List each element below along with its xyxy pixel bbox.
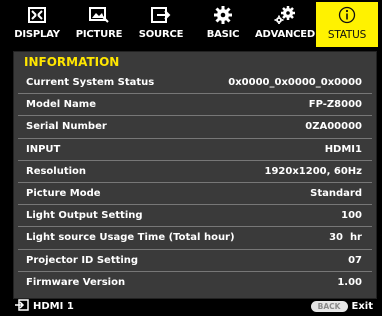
tab-picture[interactable]: PICTURE	[68, 2, 130, 47]
projector-osd-menu: DISPLAY PICTURE SOURCE BASIC ADVANCED ST…	[0, 0, 382, 316]
row-label: Firmware Version	[26, 277, 126, 289]
tab-status[interactable]: STATUS	[316, 2, 378, 47]
info-row-light-output-setting: Light Output Setting 100	[18, 205, 372, 228]
tab-display-label: DISPLAY	[14, 29, 60, 40]
current-source-indicator: HDMI 1	[13, 298, 74, 314]
information-panel: INFORMATION Current System Status 0x0000…	[13, 51, 377, 299]
row-label: Model Name	[26, 99, 96, 111]
info-row-input: INPUT HDMI1	[18, 139, 372, 161]
source-icon	[150, 6, 172, 24]
display-icon	[26, 6, 48, 24]
row-value: FP-Z8000	[308, 99, 362, 111]
row-label: Picture Mode	[26, 188, 101, 200]
tab-source-label: SOURCE	[138, 29, 184, 40]
tab-basic-label: BASIC	[206, 29, 240, 40]
current-source-label: HDMI 1	[33, 300, 74, 312]
row-value: 100	[341, 210, 362, 222]
tab-advanced-label: ADVANCED	[254, 29, 316, 40]
picture-icon	[88, 6, 110, 24]
row-label: Serial Number	[26, 121, 107, 133]
tab-status-label: STATUS	[327, 29, 367, 41]
section-title: INFORMATION	[24, 55, 120, 69]
status-footer: HDMI 1 BACK Exit	[13, 297, 375, 315]
tab-advanced[interactable]: ADVANCED	[254, 2, 316, 47]
info-row-projector-id-setting: Projector ID Setting 07	[18, 250, 372, 272]
gears-icon	[274, 6, 296, 24]
exit-label: Exit	[351, 300, 374, 312]
row-value: Standard	[310, 188, 362, 200]
back-exit-control[interactable]: BACK Exit	[310, 300, 375, 312]
row-label: Light source Usage Time (Total hour)	[26, 232, 235, 244]
info-row-light-source-usage-time: Light source Usage Time (Total hour) 30 …	[18, 227, 372, 250]
row-label: INPUT	[26, 143, 61, 155]
info-list: Current System Status 0x0000_0x0000_0x00…	[18, 72, 372, 294]
info-row-resolution: Resolution 1920x1200, 60Hz	[18, 161, 372, 183]
info-icon	[336, 6, 358, 24]
row-value: 30 hr	[329, 232, 362, 244]
menu-tab-bar: DISPLAY PICTURE SOURCE BASIC ADVANCED ST…	[6, 2, 378, 47]
row-label: Current System Status	[26, 77, 155, 89]
row-value: HDMI1	[324, 143, 362, 155]
info-row-current-system-status: Current System Status 0x0000_0x0000_0x00…	[18, 72, 372, 95]
info-row-picture-mode: Picture Mode Standard	[18, 183, 372, 206]
row-label: Projector ID Setting	[26, 254, 139, 266]
row-value: 1.00	[337, 277, 362, 289]
back-button[interactable]: BACK	[310, 300, 348, 312]
tab-source[interactable]: SOURCE	[130, 2, 192, 47]
row-value: 07	[348, 254, 362, 266]
info-row-firmware-version: Firmware Version 1.00	[18, 272, 372, 294]
tab-picture-label: PICTURE	[75, 29, 123, 40]
row-value: 0x0000_0x0000_0x0000	[228, 77, 362, 89]
tab-basic[interactable]: BASIC	[192, 2, 254, 47]
info-row-model-name: Model Name FP-Z8000	[18, 94, 372, 117]
info-row-serial-number: Serial Number 0ZA00000	[18, 116, 372, 139]
row-value: 0ZA00000	[305, 121, 362, 133]
input-source-icon	[15, 298, 29, 314]
row-label: Light Output Setting	[26, 210, 143, 222]
row-value: 1920x1200, 60Hz	[264, 165, 363, 177]
row-label: Resolution	[26, 165, 87, 177]
gear-icon	[212, 6, 234, 24]
tab-display[interactable]: DISPLAY	[6, 2, 68, 47]
